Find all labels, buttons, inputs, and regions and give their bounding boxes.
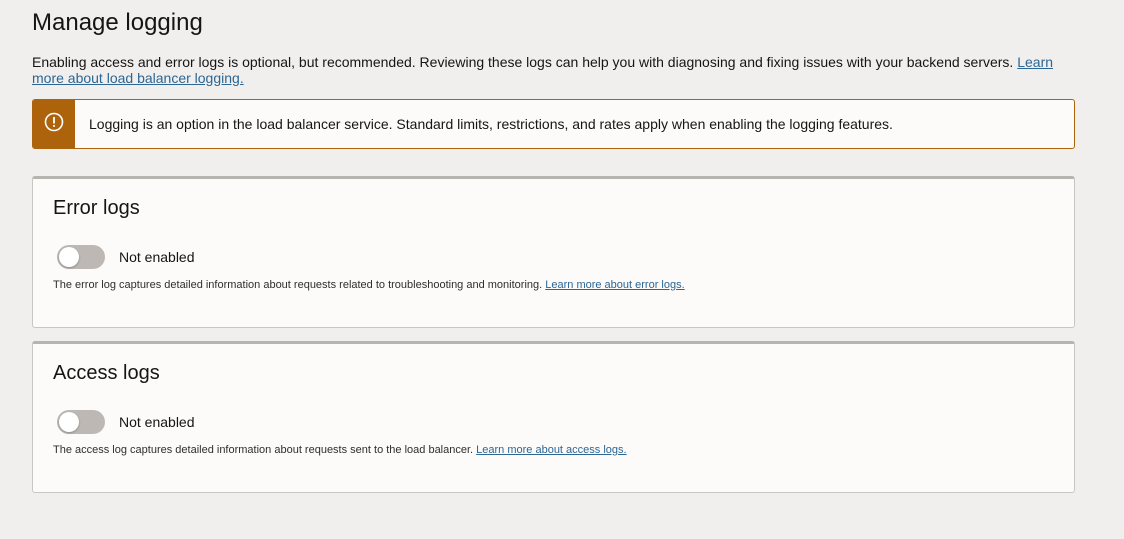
access-logs-learn-more-link[interactable]: Learn more about access logs. — [476, 444, 626, 456]
error-logs-status-label: Not enabled — [119, 249, 195, 265]
toggle-knob — [59, 247, 79, 267]
access-logs-helper: The access log captures detailed informa… — [53, 444, 627, 456]
notice-stripe — [33, 100, 75, 148]
toggle-knob — [59, 412, 79, 432]
warning-circle-icon — [44, 112, 64, 137]
intro-paragraph: Enabling access and error logs is option… — [32, 54, 1082, 86]
error-logs-toggle[interactable] — [57, 245, 105, 269]
intro-text: Enabling access and error logs is option… — [32, 54, 1018, 70]
access-logs-title: Access logs — [53, 362, 160, 384]
manage-logging-page: Manage logging Enabling access and error… — [0, 0, 1124, 539]
access-logs-status-label: Not enabled — [119, 414, 195, 430]
error-logs-title: Error logs — [53, 197, 140, 219]
error-logs-learn-more-link[interactable]: Learn more about error logs. — [545, 279, 684, 291]
access-logs-card: Access logs Not enabled The access log c… — [32, 341, 1075, 493]
error-logs-helper: The error log captures detailed informat… — [53, 279, 685, 291]
error-logs-toggle-row: Not enabled — [57, 245, 195, 269]
access-logs-toggle[interactable] — [57, 410, 105, 434]
error-logs-card: Error logs Not enabled The error log cap… — [32, 176, 1075, 328]
access-logs-helper-text: The access log captures detailed informa… — [53, 444, 477, 456]
error-logs-helper-text: The error log captures detailed informat… — [53, 279, 546, 291]
page-title: Manage logging — [32, 9, 203, 36]
notice-text: Logging is an option in the load balance… — [89, 116, 893, 132]
logging-notice-banner: Logging is an option in the load balance… — [32, 99, 1075, 149]
access-logs-toggle-row: Not enabled — [57, 410, 195, 434]
